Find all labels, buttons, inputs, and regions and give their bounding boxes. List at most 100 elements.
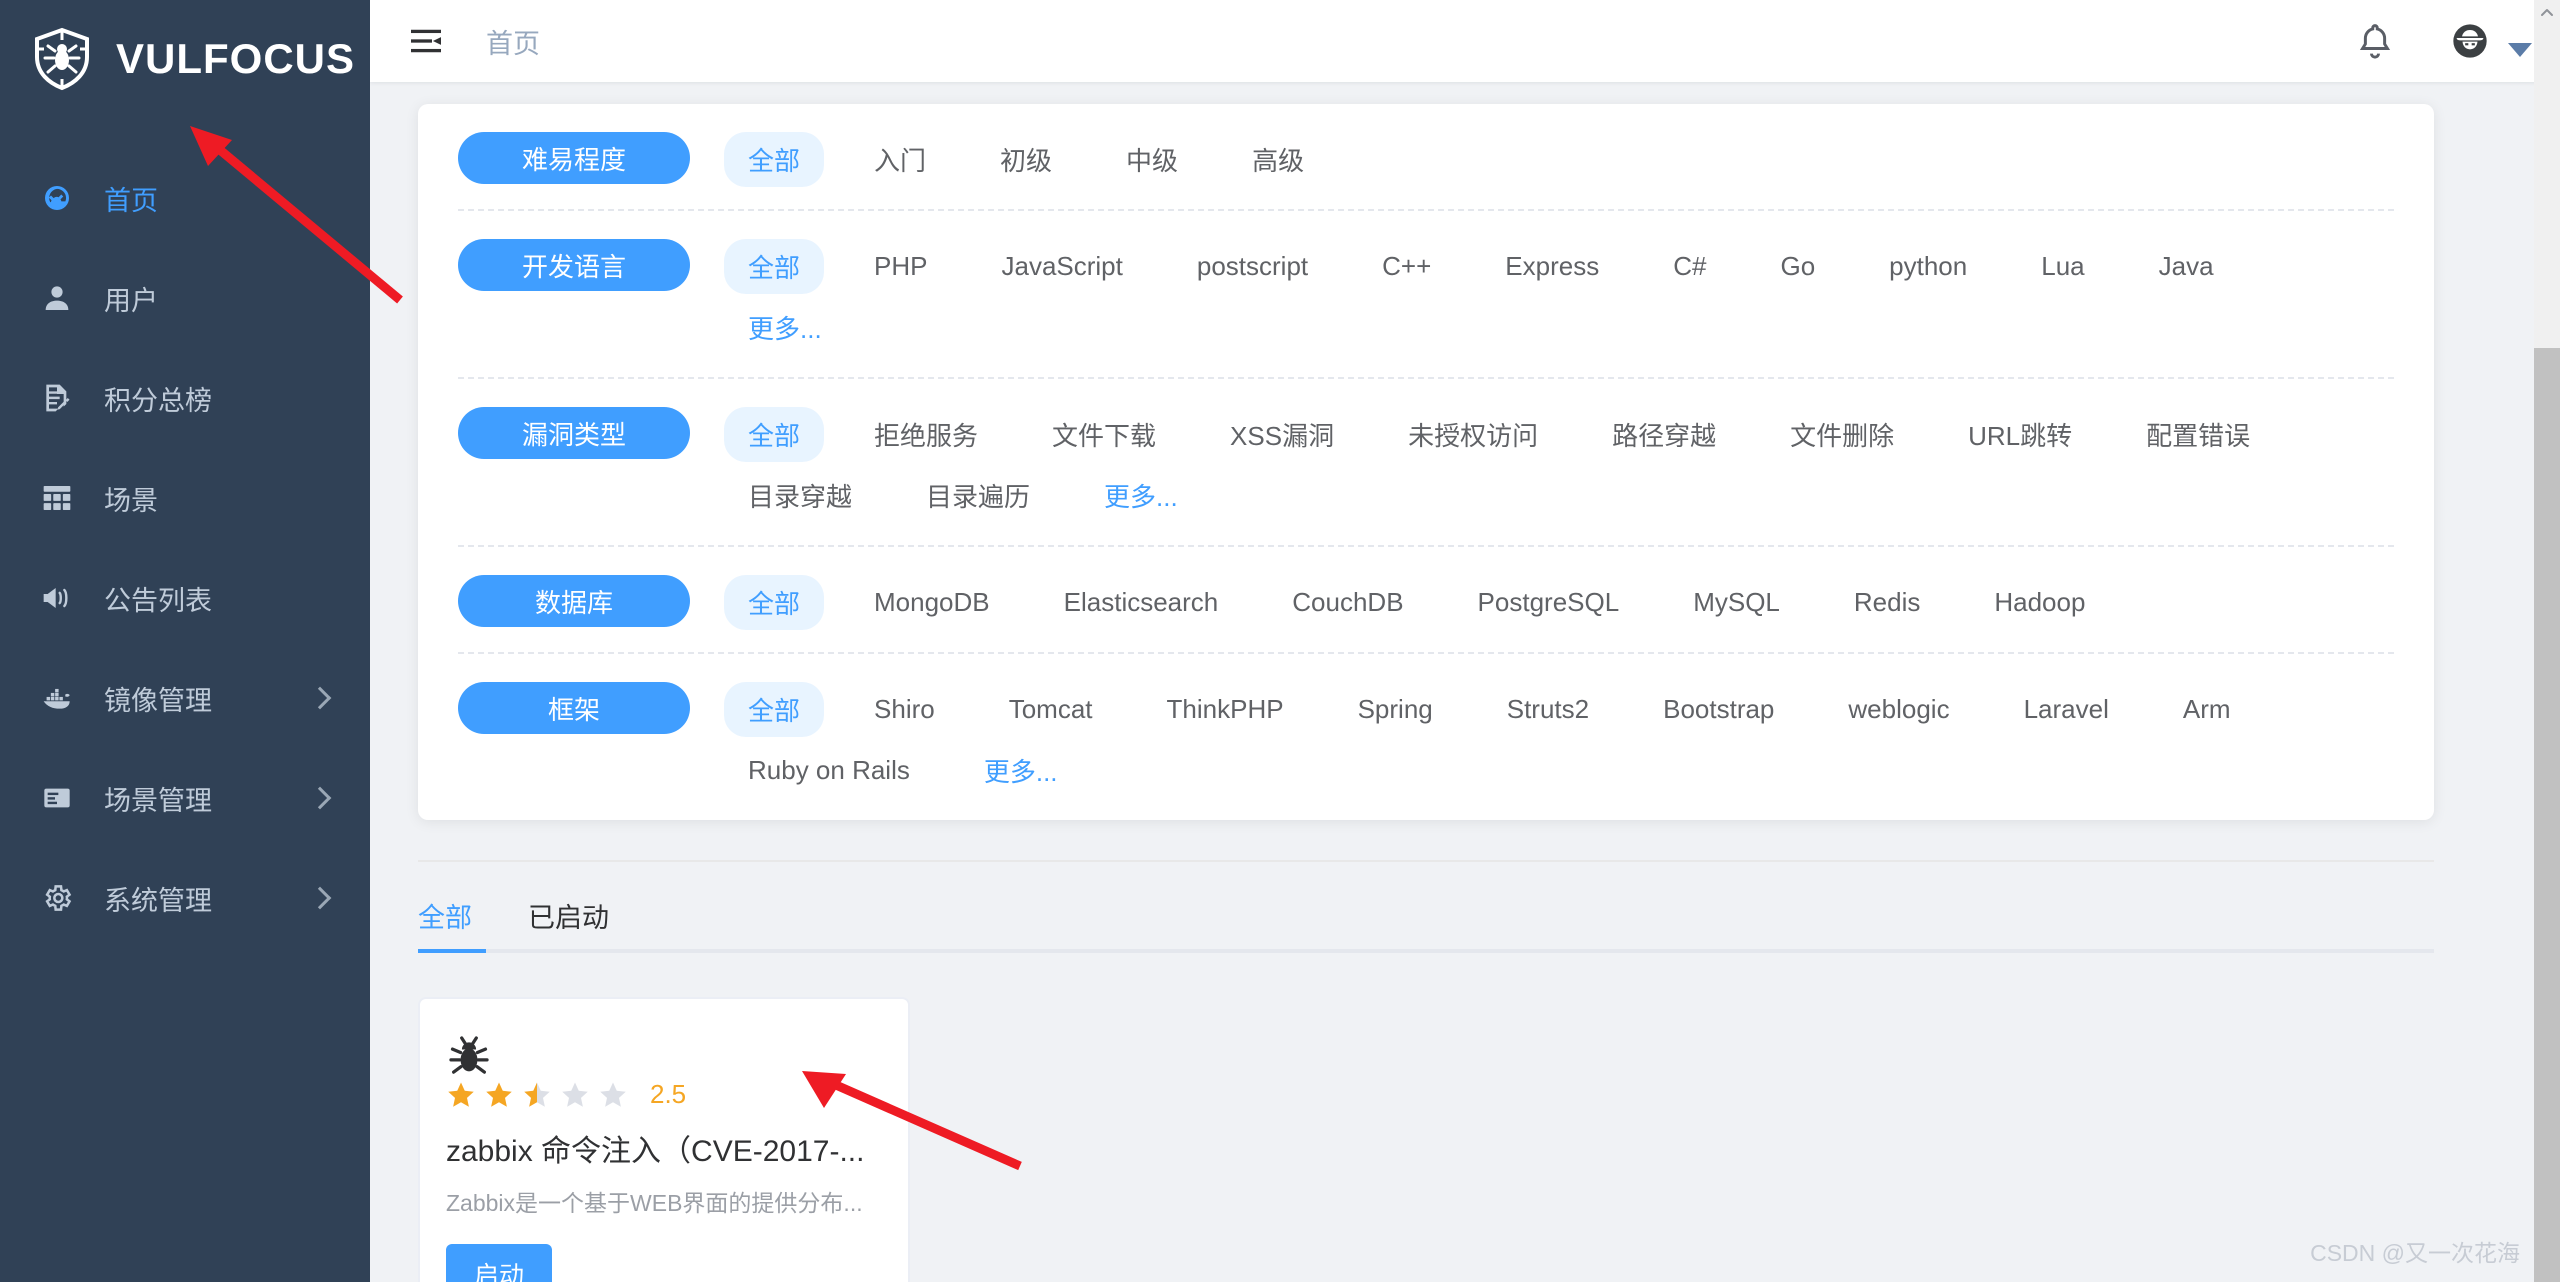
filter-option[interactable]: 配置错误 [2122, 407, 2274, 462]
vertical-scrollbar-track[interactable] [2534, 0, 2560, 1282]
star-empty-icon [598, 1080, 628, 1110]
brand-logo[interactable]: VULFOCUS [0, 0, 370, 118]
filter-row-framework: 框架 全部 Shiro Tomcat ThinkPHP Spring Strut… [458, 654, 2394, 820]
megaphone-icon [40, 581, 74, 615]
grid-icon [40, 481, 74, 515]
collapse-menu-icon[interactable] [408, 23, 444, 59]
filter-option[interactable]: python [1865, 242, 1991, 291]
filter-label-database[interactable]: 数据库 [458, 575, 690, 627]
filter-option[interactable]: Arm [2159, 685, 2255, 734]
filter-label-difficulty[interactable]: 难易程度 [458, 132, 690, 184]
dashboard-icon [40, 181, 74, 215]
filter-option[interactable]: Laravel [2000, 685, 2133, 734]
tab-all[interactable]: 全部 [418, 896, 472, 953]
filter-option[interactable]: 全部 [724, 575, 825, 630]
sidebar-item-user[interactable]: 用户 [0, 248, 370, 348]
filter-option[interactable]: 中级 [1102, 132, 1202, 187]
bell-icon[interactable] [2354, 20, 2396, 62]
start-button[interactable]: 启动 [446, 1244, 553, 1282]
filter-option[interactable]: 高级 [1228, 132, 1328, 187]
sidebar-item-announcements[interactable]: 公告列表 [0, 548, 370, 648]
sidebar-item-label: 场景 [104, 485, 158, 516]
filter-option[interactable]: 路径穿越 [1588, 407, 1740, 462]
user-icon [40, 281, 74, 315]
sidebar-item-scene-management[interactable]: 场景管理 [0, 748, 370, 848]
caret-down-icon[interactable] [2508, 43, 2532, 57]
filter-option[interactable]: CouchDB [1268, 578, 1427, 627]
filter-options-database: 全部 MongoDB Elasticsearch CouchDB Postgre… [724, 575, 2394, 630]
shield-bug-icon [30, 27, 94, 91]
filter-option[interactable]: XSS漏洞 [1206, 407, 1358, 462]
filter-option[interactable]: C# [1649, 242, 1730, 291]
sidebar-item-leaderboard[interactable]: 积分总榜 [0, 348, 370, 448]
filter-option[interactable]: Ruby on Rails [724, 746, 934, 795]
sidebar-item-image-management[interactable]: 镜像管理 [0, 648, 370, 748]
filter-option[interactable]: Lua [2017, 242, 2108, 291]
tabs-baseline [418, 949, 2434, 953]
filter-option[interactable]: Express [1481, 242, 1623, 291]
filter-more-link[interactable]: 更多... [724, 300, 846, 355]
filter-more-link[interactable]: 更多... [960, 743, 1082, 798]
sidebar-item-label: 首页 [104, 185, 158, 216]
filter-more-link[interactable]: 更多... [1080, 468, 1202, 523]
filter-option[interactable]: postscript [1173, 242, 1332, 291]
filter-option[interactable]: 全部 [724, 682, 825, 737]
filter-option[interactable]: Tomcat [985, 685, 1117, 734]
star-full-icon [484, 1080, 514, 1110]
sidebar-item-system-management[interactable]: 系统管理 [0, 848, 370, 948]
filter-option[interactable]: 全部 [724, 132, 825, 187]
scroll-up-button[interactable] [2534, 0, 2560, 26]
filter-option[interactable]: 全部 [724, 407, 825, 462]
top-navbar: 首页 [370, 0, 2560, 82]
filter-option[interactable]: Redis [1830, 578, 1944, 627]
filter-label-vuln-type[interactable]: 漏洞类型 [458, 407, 690, 459]
filter-option[interactable]: 拒绝服务 [850, 407, 1002, 462]
breadcrumb[interactable]: 首页 [486, 22, 540, 61]
vertical-scrollbar-thumb[interactable] [2534, 348, 2560, 1282]
star-empty-icon [560, 1080, 590, 1110]
filter-option[interactable]: Elasticsearch [1040, 578, 1243, 627]
filter-option[interactable]: MongoDB [850, 578, 1014, 627]
filter-option[interactable]: Spring [1334, 685, 1457, 734]
filter-option[interactable]: 文件下载 [1028, 407, 1180, 462]
gear-icon [40, 881, 74, 915]
vuln-card-list: 2.5 zabbix 命令注入（CVE-2017-... Zabbix是一个基于… [418, 953, 2520, 1282]
filter-option[interactable]: Shiro [850, 685, 959, 734]
sidebar-item-home[interactable]: 首页 [0, 148, 370, 248]
filter-label-language[interactable]: 开发语言 [458, 239, 690, 291]
filter-option[interactable]: 目录遍历 [902, 468, 1054, 523]
filter-option[interactable]: 入门 [850, 132, 950, 187]
sidebar-item-scene[interactable]: 场景 [0, 448, 370, 548]
filter-option[interactable]: 文件删除 [1766, 407, 1918, 462]
filter-option[interactable]: JavaScript [977, 242, 1146, 291]
filter-option[interactable]: Hadoop [1970, 578, 2109, 627]
filter-option[interactable]: weblogic [1824, 685, 1973, 734]
avatar[interactable] [2450, 21, 2532, 61]
filter-panel: 难易程度 全部 入门 初级 中级 高级 开发语言 全部 PHP JavaScri… [418, 104, 2434, 820]
filter-option[interactable]: 初级 [976, 132, 1076, 187]
filter-option[interactable]: C++ [1358, 242, 1455, 291]
panel-icon [40, 781, 74, 815]
filter-option[interactable]: PostgreSQL [1454, 578, 1644, 627]
filter-option[interactable]: MySQL [1669, 578, 1804, 627]
tab-started[interactable]: 已启动 [528, 896, 609, 953]
content-scroll-area: 难易程度 全部 入门 初级 中级 高级 开发语言 全部 PHP JavaScri… [370, 82, 2560, 1282]
sidebar-item-label: 公告列表 [104, 585, 212, 616]
vuln-card[interactable]: 2.5 zabbix 命令注入（CVE-2017-... Zabbix是一个基于… [418, 997, 910, 1282]
filter-option[interactable]: URL跳转 [1944, 407, 2096, 462]
filter-option[interactable]: 全部 [724, 239, 825, 294]
filter-label-framework[interactable]: 框架 [458, 682, 690, 734]
chevron-right-icon [308, 686, 332, 710]
filter-option[interactable]: ThinkPHP [1143, 685, 1308, 734]
filter-option[interactable]: PHP [850, 242, 951, 291]
filter-option[interactable]: Struts2 [1483, 685, 1613, 734]
app-root: VULFOCUS 首页 用户 积分总榜 场景 公告列表 镜像管理 场景管理 系统… [0, 0, 2560, 1282]
sidebar: VULFOCUS 首页 用户 积分总榜 场景 公告列表 镜像管理 场景管理 系统… [0, 0, 370, 1282]
filter-option[interactable]: Bootstrap [1639, 685, 1798, 734]
filter-option[interactable]: 目录穿越 [724, 468, 876, 523]
star-full-icon [446, 1080, 476, 1110]
filter-option[interactable]: 未授权访问 [1384, 407, 1562, 462]
filter-option[interactable]: Java [2135, 242, 2238, 291]
filter-option[interactable]: Go [1756, 242, 1839, 291]
main-area: 首页 难易程度 全部 入门 初级 中级 高级 开发语言 全部 PHP JavaS… [370, 0, 2560, 1282]
